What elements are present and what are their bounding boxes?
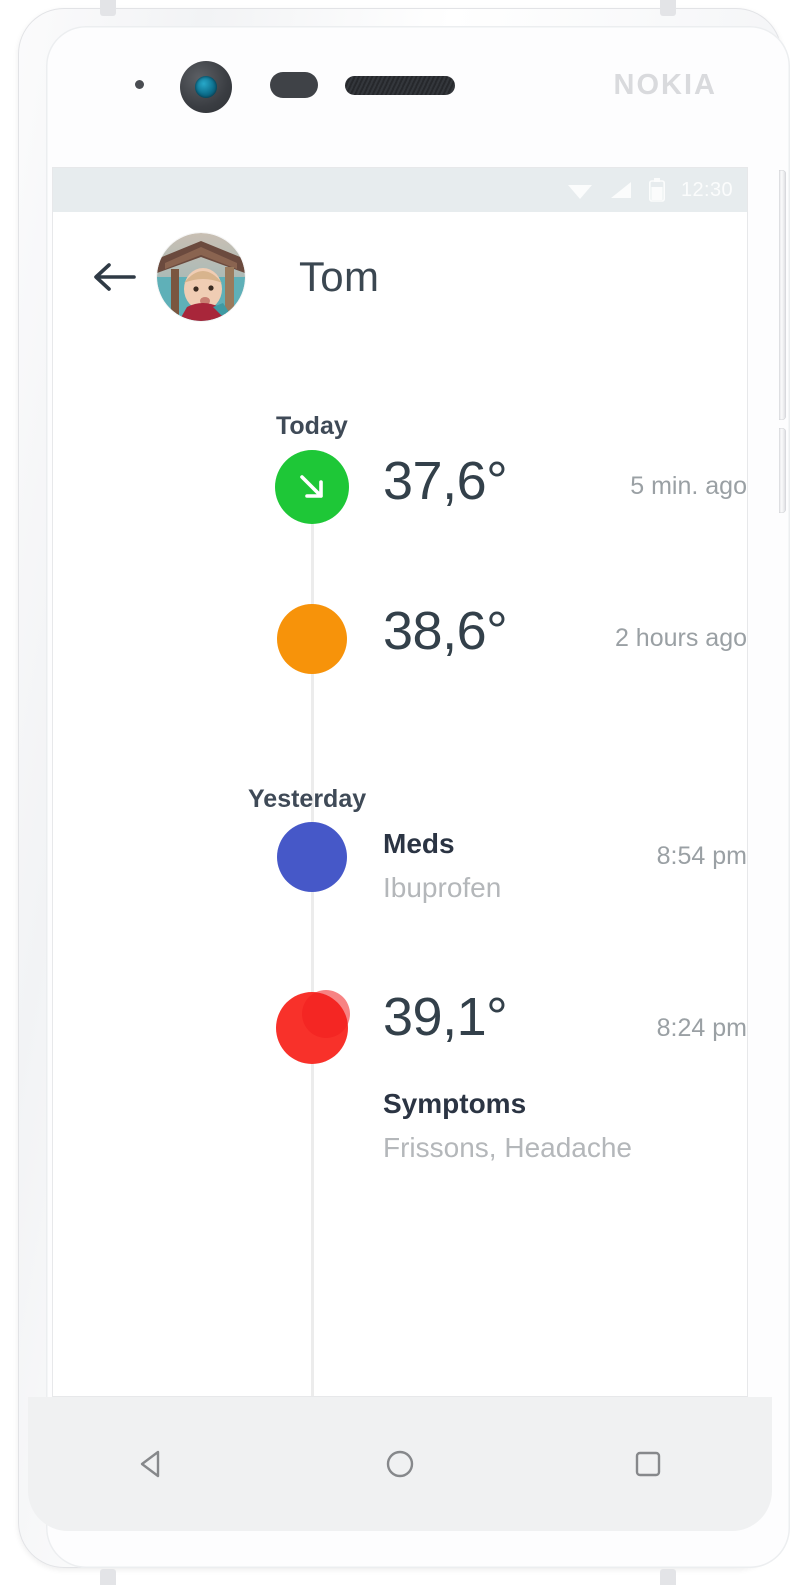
camera-lens-icon xyxy=(195,76,217,98)
temperature-dot-green[interactable] xyxy=(275,450,349,524)
wifi-icon xyxy=(567,180,593,200)
cellular-signal-icon xyxy=(609,180,633,200)
symptoms-title: Symptoms xyxy=(383,1088,527,1119)
temperature-value: 37,6° xyxy=(383,451,508,511)
earpiece-speaker-icon xyxy=(345,76,455,95)
nav-back-button[interactable] xyxy=(106,1418,198,1510)
event-title: Meds xyxy=(383,828,455,859)
temperature-dot-red[interactable] xyxy=(276,990,350,1064)
arrow-down-right-icon xyxy=(300,475,323,498)
notification-led-icon xyxy=(135,80,144,89)
entry-body: 38,6° xyxy=(383,604,747,658)
entry-body: Meds Ibuprofen xyxy=(383,828,747,904)
symptoms-block: Symptoms Frissons, Headache xyxy=(383,1088,747,1164)
temperature-value: 39,1° xyxy=(383,987,508,1047)
section-heading-today: Today xyxy=(276,412,348,440)
nav-recents-button[interactable] xyxy=(602,1418,694,1510)
nav-home-button[interactable] xyxy=(354,1418,446,1510)
brand-logo: NOKIA xyxy=(613,69,717,101)
android-back-icon xyxy=(140,1450,160,1478)
android-navigation-bar xyxy=(28,1397,772,1531)
event-subtitle: Ibuprofen xyxy=(383,872,502,904)
meds-dot-blue[interactable] xyxy=(277,822,347,892)
antenna-band-top-left xyxy=(100,0,116,16)
app-bar: Tom xyxy=(53,212,747,342)
android-recents-icon xyxy=(635,1451,661,1477)
volume-button[interactable] xyxy=(779,170,786,420)
back-button[interactable] xyxy=(85,248,143,306)
section-heading-yesterday: Yesterday xyxy=(248,785,367,813)
antenna-band-top-right xyxy=(660,0,676,16)
temperature-dot-orange[interactable] xyxy=(277,604,347,674)
front-camera-icon xyxy=(180,61,232,113)
android-home-icon xyxy=(386,1450,414,1478)
page-title: Tom xyxy=(299,253,380,300)
antenna-band-bottom-right xyxy=(660,1569,676,1585)
antenna-band-bottom-left xyxy=(100,1569,116,1585)
status-bar: 12:30 xyxy=(53,168,747,212)
phone-screen: 12:30 Tom Today 5 min. ago 37,6° 2 hours… xyxy=(53,168,747,1396)
battery-icon xyxy=(648,178,665,202)
proximity-sensor-icon xyxy=(270,72,318,98)
symptoms-list: Frissons, Headache xyxy=(383,1132,633,1164)
timeline: Today 5 min. ago 37,6° 2 hours ago 38,6°… xyxy=(53,342,747,1396)
power-button[interactable] xyxy=(779,428,786,513)
entry-body: 37,6° xyxy=(383,454,747,508)
entry-body: 39,1° Symptoms Frissons, Headache xyxy=(383,990,747,1164)
user-avatar-image xyxy=(157,233,245,321)
avatar[interactable] xyxy=(157,233,245,321)
back-arrow-icon xyxy=(94,263,136,291)
status-bar-clock: 12:30 xyxy=(680,178,733,201)
temperature-value: 38,6° xyxy=(383,601,508,661)
